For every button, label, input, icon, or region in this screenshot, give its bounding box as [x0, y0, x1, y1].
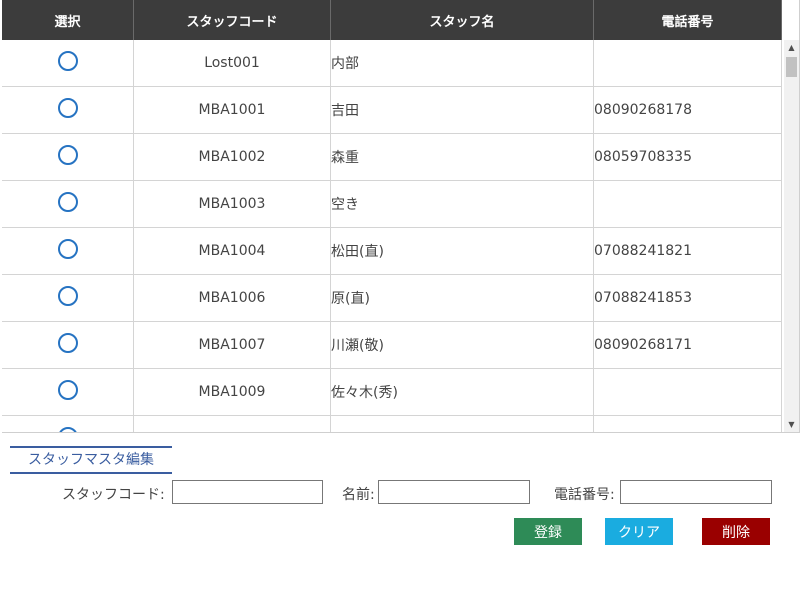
phone-cell: 08090268178	[593, 86, 782, 134]
staff-name-cell: 佐々木(秀)	[330, 368, 594, 416]
select-cell	[2, 86, 134, 134]
row-radio[interactable]	[57, 98, 78, 118]
table-row[interactable]: Lost001 内部	[2, 40, 782, 87]
select-cell	[2, 133, 134, 181]
staff-code-cell: MBA1006	[133, 274, 331, 322]
select-cell	[2, 180, 134, 228]
select-cell	[2, 368, 134, 416]
table-row[interactable]: MBA1006 原(直) 07088241853	[2, 274, 782, 322]
staff-code-cell: MBA1004	[133, 227, 331, 275]
select-cell	[2, 274, 134, 322]
clear-button[interactable]: クリア	[605, 518, 673, 545]
header-select[interactable]: 選択	[2, 0, 134, 40]
select-cell	[2, 40, 134, 87]
row-radio[interactable]	[57, 333, 78, 353]
phone-input[interactable]	[620, 480, 772, 504]
scrollbar-thumb[interactable]	[786, 57, 797, 77]
staff-code-cell: MBA1001	[133, 86, 331, 134]
staff-code-cell: MBA1003	[133, 180, 331, 228]
select-cell	[2, 227, 134, 275]
editor-section-title: スタッフマスタ編集	[10, 446, 172, 474]
table-row[interactable]	[2, 415, 782, 432]
select-cell	[2, 321, 134, 369]
delete-button[interactable]: 削除	[702, 518, 770, 545]
row-radio[interactable]	[57, 286, 78, 306]
phone-cell	[593, 180, 782, 228]
select-cell	[2, 415, 134, 432]
staff-name-cell: 原(直)	[330, 274, 594, 322]
staff-name-cell: 松田(直)	[330, 227, 594, 275]
staff-name-cell: 吉田	[330, 86, 594, 134]
staff-code-input[interactable]	[172, 480, 323, 504]
register-button[interactable]: 登録	[514, 518, 582, 545]
row-radio[interactable]	[57, 239, 78, 259]
row-radio[interactable]	[57, 380, 78, 400]
name-input[interactable]	[378, 480, 530, 504]
table-row[interactable]: MBA1004 松田(直) 07088241821	[2, 227, 782, 275]
phone-cell	[593, 40, 782, 87]
staff-code-cell: MBA1002	[133, 133, 331, 181]
header-staff-code[interactable]: スタッフコード	[133, 0, 331, 40]
staff-code-cell: MBA1009	[133, 368, 331, 416]
staff-name-cell: 川瀬(敬)	[330, 321, 594, 369]
staff-code-cell	[133, 415, 331, 432]
table-row[interactable]: MBA1007 川瀬(敬) 08090268171	[2, 321, 782, 369]
grid-corner	[784, 0, 799, 40]
phone-cell	[593, 368, 782, 416]
phone-cell: 08059708335	[593, 133, 782, 181]
phone-cell: 08090268171	[593, 321, 782, 369]
staff-code-label: スタッフコード:	[62, 487, 165, 503]
staff-table: 選択 スタッフコード スタッフ名 電話番号 Lost001 内部 MBA1001…	[2, 0, 782, 432]
row-radio[interactable]	[57, 427, 78, 432]
table-row[interactable]: MBA1009 佐々木(秀)	[2, 368, 782, 416]
name-label: 名前:	[342, 487, 375, 503]
scroll-up-arrow-icon[interactable]: ▲	[784, 40, 799, 55]
staff-name-cell: 森重	[330, 133, 594, 181]
staff-name-cell: 内部	[330, 40, 594, 87]
phone-cell: 07088241853	[593, 274, 782, 322]
header-staff-name[interactable]: スタッフ名	[330, 0, 594, 40]
table-row[interactable]: MBA1002 森重 08059708335	[2, 133, 782, 181]
header-row: 選択 スタッフコード スタッフ名 電話番号	[2, 0, 782, 40]
table-row[interactable]: MBA1003 空き	[2, 180, 782, 228]
staff-name-cell: 空き	[330, 180, 594, 228]
phone-cell: 07088241821	[593, 227, 782, 275]
staff-code-cell: MBA1007	[133, 321, 331, 369]
row-radio[interactable]	[57, 192, 78, 212]
grid-scrollbar[interactable]: ▲ ▼	[784, 40, 799, 432]
table-row[interactable]: MBA1001 吉田 08090268178	[2, 86, 782, 134]
row-radio[interactable]	[57, 51, 78, 71]
phone-cell	[593, 415, 782, 432]
row-radio[interactable]	[57, 145, 78, 165]
staff-name-cell	[330, 415, 594, 432]
header-phone[interactable]: 電話番号	[593, 0, 782, 40]
scroll-down-arrow-icon[interactable]: ▼	[784, 417, 799, 432]
phone-label: 電話番号:	[554, 487, 615, 503]
staff-code-cell: Lost001	[133, 40, 331, 87]
staff-grid: 選択 スタッフコード スタッフ名 電話番号 Lost001 内部 MBA1001…	[2, 0, 800, 433]
